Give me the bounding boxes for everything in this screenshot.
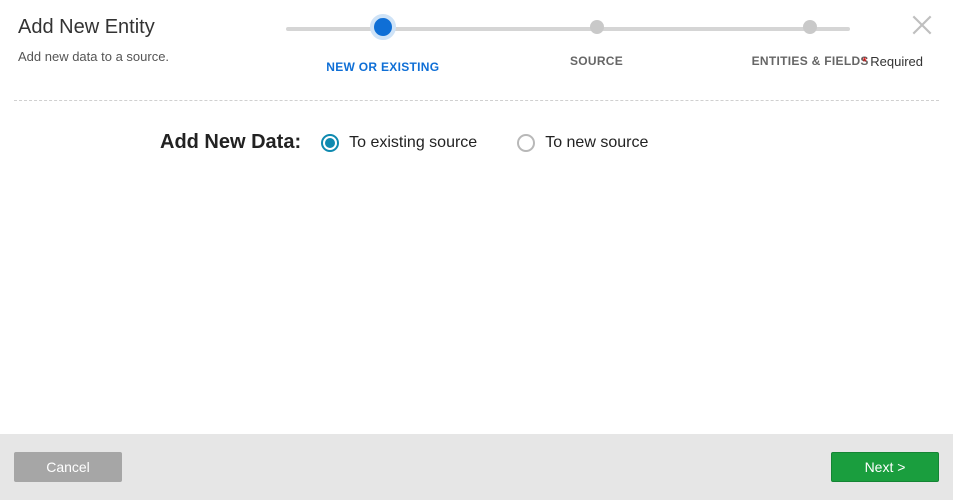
cancel-button[interactable]: Cancel [14, 452, 122, 482]
add-new-data-label: Add New Data: [160, 131, 301, 154]
next-button[interactable]: Next > [831, 452, 939, 482]
close-icon[interactable] [909, 12, 935, 38]
step-new-or-existing[interactable]: NEW OR EXISTING [276, 20, 490, 74]
radio-icon [321, 134, 339, 152]
step-source[interactable]: SOURCE [490, 20, 704, 74]
step-label: ENTITIES & FIELDS [752, 54, 869, 68]
radio-icon [517, 134, 535, 152]
dialog-title: Add New Entity [18, 16, 258, 39]
required-indicator: *Required [862, 54, 923, 69]
add-new-data-row: Add New Data: To existing source To new … [0, 131, 953, 154]
header-divider [14, 100, 939, 101]
step-dot-icon [370, 14, 396, 40]
step-dot-icon [803, 20, 817, 34]
dialog-subtitle: Add new data to a source. [18, 49, 258, 64]
required-star-icon: * [862, 54, 867, 69]
stepper: NEW OR EXISTING SOURCE ENTITIES & FIELDS [258, 16, 935, 74]
step-label: NEW OR EXISTING [326, 60, 439, 74]
header-text-block: Add New Entity Add new data to a source. [18, 16, 258, 64]
step-label: SOURCE [570, 54, 623, 68]
dialog-header: Add New Entity Add new data to a source.… [0, 0, 953, 74]
radio-dot-icon [325, 138, 335, 148]
radio-label: To existing source [349, 134, 477, 152]
source-choice-radio-group: To existing source To new source [321, 134, 648, 152]
radio-existing-source[interactable]: To existing source [321, 134, 477, 152]
dialog-footer: Cancel Next > [0, 434, 953, 500]
step-dot-icon [590, 20, 604, 34]
required-label: Required [870, 54, 923, 69]
radio-new-source[interactable]: To new source [517, 134, 648, 152]
radio-label: To new source [545, 134, 648, 152]
